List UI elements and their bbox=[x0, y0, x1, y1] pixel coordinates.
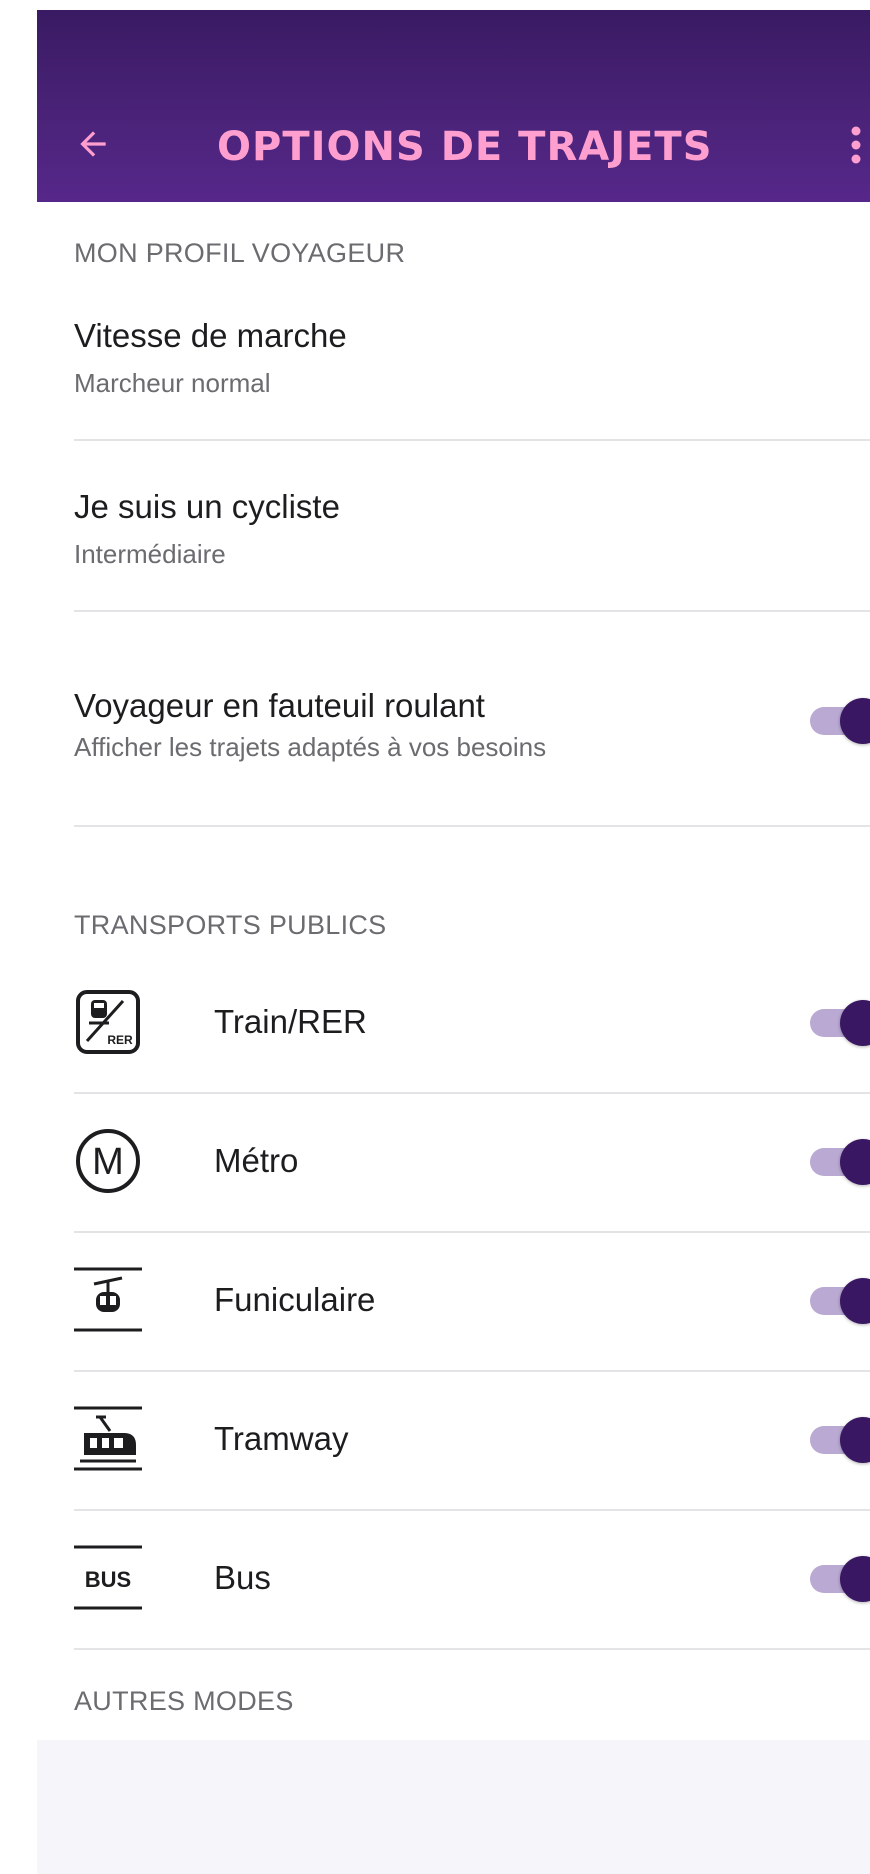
more-vertical-icon bbox=[851, 126, 861, 164]
cyclist-setting[interactable]: Je suis un cycliste Intermédiaire bbox=[74, 487, 870, 571]
funicular-icon bbox=[74, 1266, 142, 1334]
wheelchair-subtitle: Afficher les trajets adaptés à vos besoi… bbox=[74, 732, 547, 762]
mode-label: Bus bbox=[214, 1559, 271, 1596]
page-title: OPTIONS DE TRAJETS bbox=[217, 124, 713, 170]
other-modes-panel bbox=[37, 1740, 870, 1874]
divider bbox=[74, 825, 870, 827]
divider bbox=[74, 1648, 870, 1650]
mode-row-metro[interactable]: M Métro bbox=[74, 1093, 870, 1231]
svg-text:M: M bbox=[92, 1141, 124, 1183]
mode-label: Métro bbox=[214, 1142, 299, 1179]
funicular-toggle[interactable] bbox=[806, 1278, 870, 1324]
divider bbox=[74, 439, 870, 441]
cyclist-value: Intermédiaire bbox=[74, 539, 226, 569]
section-header-public-transport: TRANSPORTS PUBLICS bbox=[74, 910, 387, 940]
svg-text:BUS: BUS bbox=[85, 1567, 131, 1592]
tramway-icon bbox=[74, 1405, 142, 1473]
divider bbox=[74, 610, 870, 612]
more-options-button[interactable] bbox=[842, 120, 870, 170]
metro-toggle[interactable] bbox=[806, 1139, 870, 1185]
mode-row-tramway[interactable]: Tramway bbox=[74, 1371, 870, 1509]
train-rer-toggle[interactable] bbox=[806, 1000, 870, 1046]
mode-label: Train/RER bbox=[214, 1003, 367, 1040]
bus-toggle[interactable] bbox=[806, 1556, 870, 1602]
mode-label: Funiculaire bbox=[214, 1281, 376, 1318]
mode-row-funicular[interactable]: Funiculaire bbox=[74, 1232, 870, 1370]
walking-speed-value: Marcheur normal bbox=[74, 368, 271, 398]
svg-text:RER: RER bbox=[107, 1033, 133, 1047]
arrow-left-icon bbox=[80, 131, 106, 157]
back-button[interactable] bbox=[71, 122, 115, 166]
section-header-profile: MON PROFIL VOYAGEUR bbox=[74, 238, 406, 268]
mode-label: Tramway bbox=[214, 1420, 349, 1457]
cyclist-title: Je suis un cycliste bbox=[74, 488, 340, 525]
app-bar: OPTIONS DE TRAJETS bbox=[37, 10, 870, 202]
tramway-toggle[interactable] bbox=[806, 1417, 870, 1463]
mode-row-bus[interactable]: BUS Bus bbox=[74, 1510, 870, 1648]
wheelchair-title: Voyageur en fauteuil roulant bbox=[74, 687, 485, 724]
walking-speed-setting[interactable]: Vitesse de marche Marcheur normal bbox=[74, 316, 870, 400]
wheelchair-setting[interactable]: Voyageur en fauteuil roulant Afficher le… bbox=[74, 686, 870, 764]
train-rer-icon: RER bbox=[74, 988, 142, 1056]
wheelchair-toggle[interactable] bbox=[806, 698, 870, 744]
walking-speed-title: Vitesse de marche bbox=[74, 317, 347, 354]
screen: OPTIONS DE TRAJETS MON PROFIL VOYAGEUR V… bbox=[37, 10, 870, 1874]
metro-icon: M bbox=[74, 1127, 142, 1195]
mode-row-train-rer[interactable]: RER Train/RER bbox=[74, 954, 870, 1092]
section-header-other-modes: AUTRES MODES bbox=[74, 1686, 294, 1716]
bus-icon: BUS bbox=[74, 1544, 142, 1612]
